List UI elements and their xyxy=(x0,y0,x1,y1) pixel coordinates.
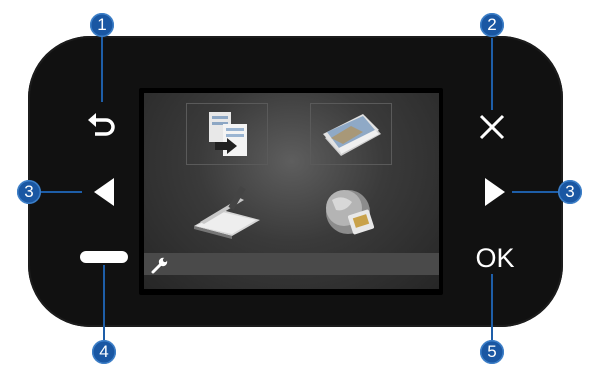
left-arrow-button[interactable] xyxy=(90,176,116,208)
web-tile[interactable] xyxy=(310,182,390,242)
back-arrow-icon xyxy=(88,113,115,136)
callout-3-left: 3 xyxy=(17,180,41,204)
callout-2: 2 xyxy=(480,13,504,37)
leader-line-3-left xyxy=(38,191,82,193)
leader-line-4 xyxy=(103,265,105,343)
triangle-left-icon xyxy=(94,178,114,206)
callout-1: 1 xyxy=(90,13,114,37)
callout-5: 5 xyxy=(480,340,504,364)
settings-bar[interactable] xyxy=(144,253,439,275)
select-button[interactable] xyxy=(80,251,128,263)
copy-icon xyxy=(209,112,247,156)
scan-icon xyxy=(194,186,260,239)
back-button[interactable] xyxy=(85,110,119,144)
wrench-icon[interactable] xyxy=(150,255,170,275)
display-screen xyxy=(144,93,439,289)
scan-tile[interactable] xyxy=(186,182,266,242)
close-icon xyxy=(479,114,505,140)
ok-button[interactable]: OK xyxy=(470,243,520,273)
callout-4: 4 xyxy=(92,340,116,364)
leader-line-2 xyxy=(491,38,493,110)
copy-tile[interactable] xyxy=(186,103,268,165)
triangle-right-icon xyxy=(485,178,505,206)
leader-line-1 xyxy=(101,36,103,102)
leader-line-3-right xyxy=(512,191,558,193)
photo-tile[interactable] xyxy=(310,103,392,165)
photo-icon xyxy=(323,114,381,156)
callout-3-right: 3 xyxy=(558,180,582,204)
web-globe-icon xyxy=(326,190,375,235)
leader-line-5 xyxy=(491,274,493,342)
right-arrow-button[interactable] xyxy=(483,176,509,208)
cancel-button[interactable] xyxy=(477,112,507,142)
